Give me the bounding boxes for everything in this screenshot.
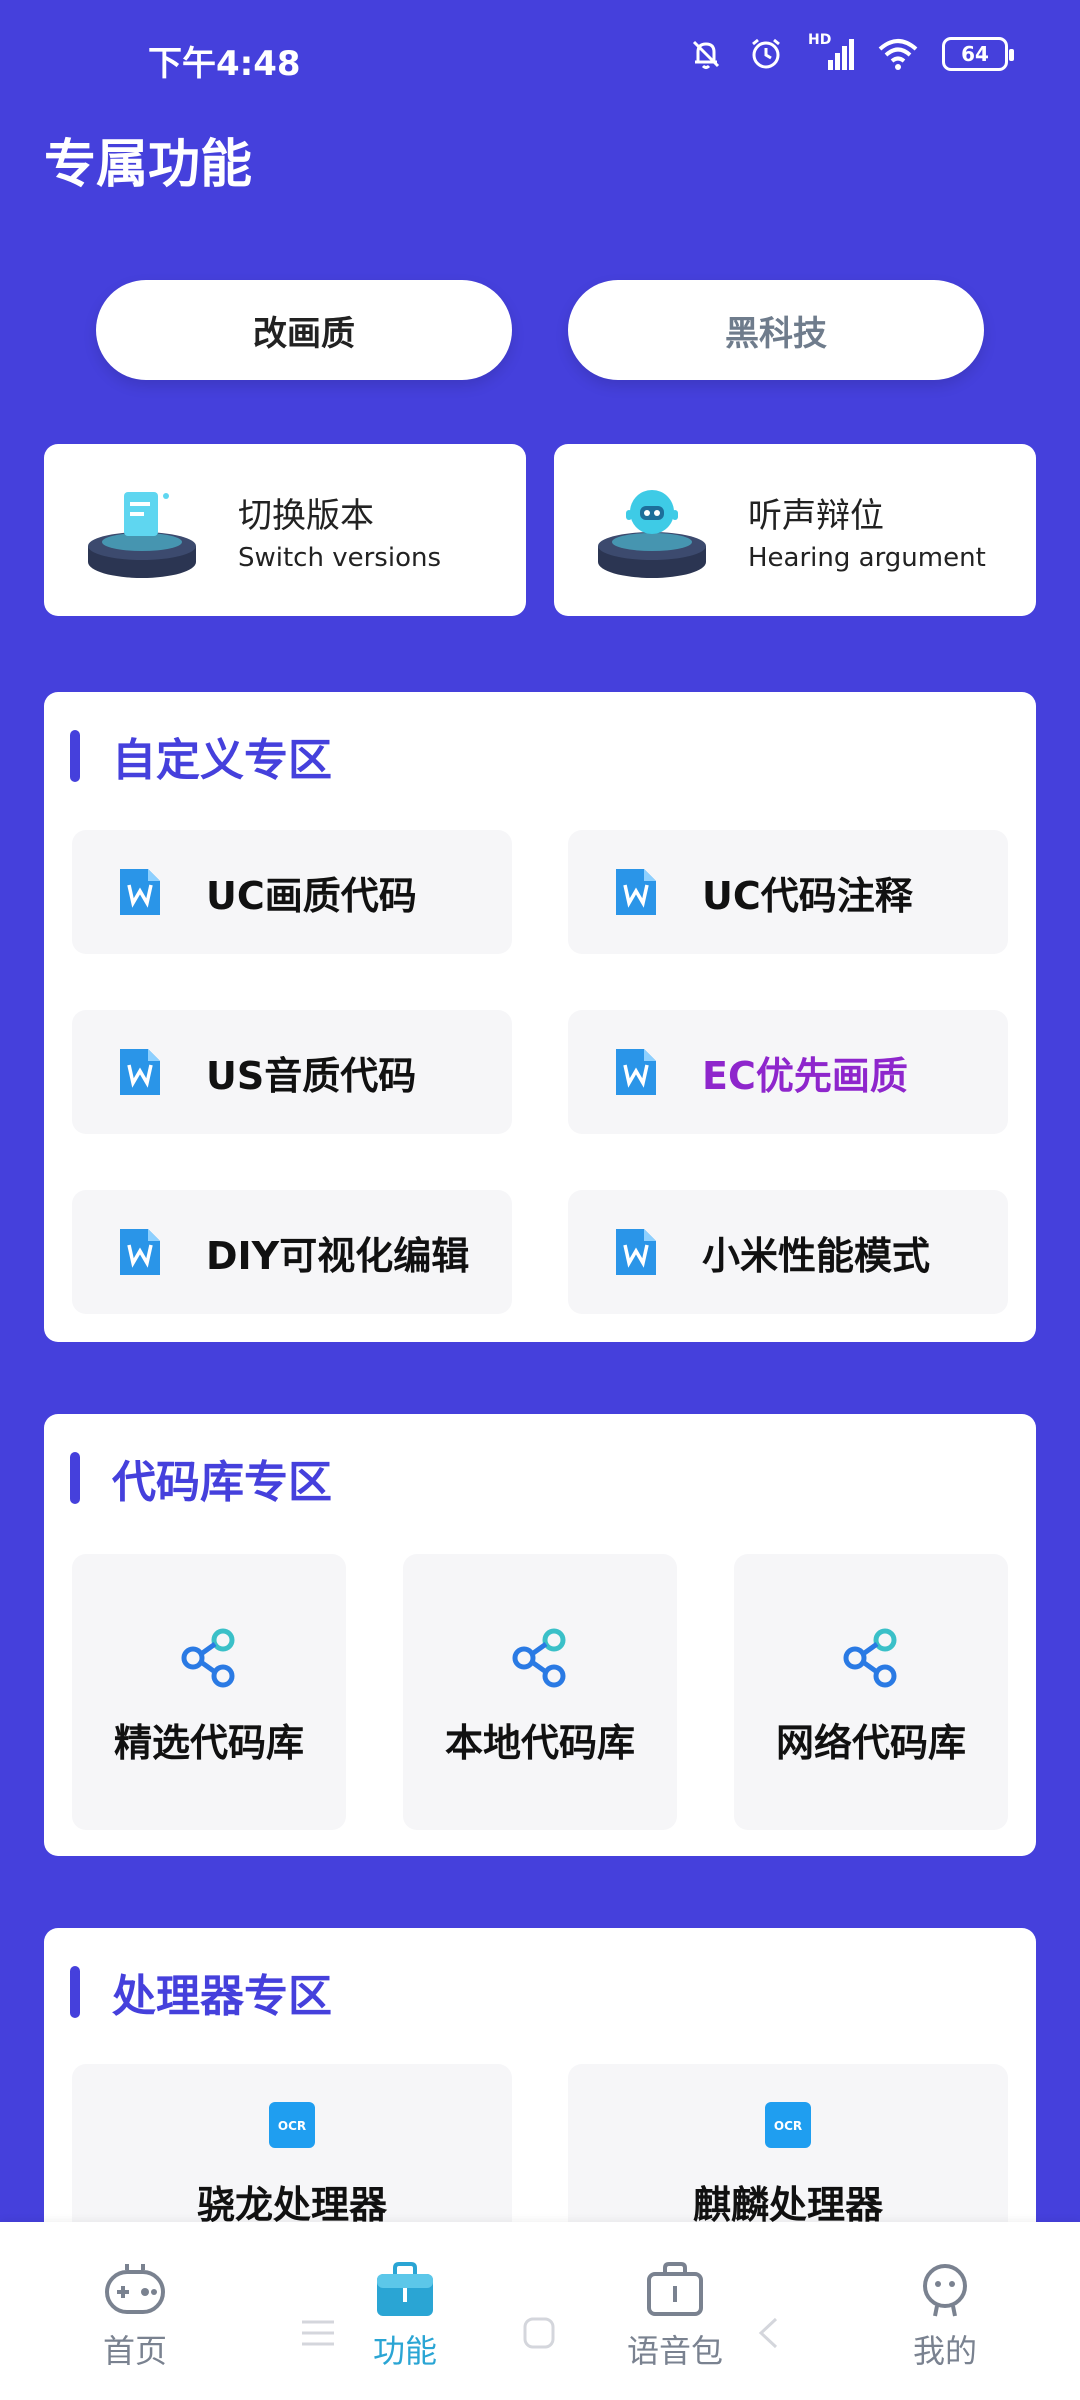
wifi-icon — [878, 39, 918, 70]
gamepad-icon — [105, 2264, 165, 2314]
library-section: 代码库专区 精选代码库 本地代码库 网络代码库 — [44, 1414, 1036, 1856]
word-document-icon — [616, 1229, 656, 1275]
switch-versions-card[interactable]: 切换版本 Switch versions — [44, 444, 526, 616]
battery-icon: 64 — [942, 37, 1014, 71]
ocr-icon: OCR — [269, 2102, 315, 2148]
hearing-argument-card[interactable]: 听声辩位 Hearing argument — [554, 444, 1036, 616]
tile-label: US音质代码 — [206, 1053, 417, 1098]
battery-level: 64 — [961, 42, 989, 66]
tile-label: DIY可视化编辑 — [206, 1233, 470, 1278]
tile-label: 小米性能模式 — [702, 1233, 931, 1278]
ocr-badge: OCR — [774, 2119, 802, 2133]
custom-section: 自定义专区 UC画质代码 UC代码注释 US音质代码 EC优先画质 DIY可视化… — [44, 692, 1036, 1342]
tile-network-library[interactable]: 网络代码库 — [734, 1554, 1008, 1830]
status-bar: 下午4:48 HD 64 — [0, 0, 1080, 120]
word-document-icon — [120, 1229, 160, 1275]
tile-xiaomi-performance[interactable]: 小米性能模式 — [568, 1190, 1008, 1314]
hearing-argument-texts: 听声辩位 Hearing argument — [748, 488, 986, 573]
word-document-icon — [616, 869, 656, 915]
word-document-icon — [616, 1049, 656, 1095]
system-menu-icon[interactable] — [300, 2318, 336, 2348]
switch-versions-title: 切换版本 — [238, 495, 374, 536]
share-icon — [181, 1628, 235, 1688]
document-pedestal-icon — [82, 470, 202, 590]
hearing-argument-title: 听声辩位 — [748, 495, 884, 536]
signal-icon: HD — [808, 32, 854, 72]
nav-label: 功能 — [372, 2332, 437, 2370]
nav-label: 我的 — [912, 2332, 977, 2370]
robot-pedestal-icon — [592, 470, 712, 590]
briefcase-icon — [647, 2262, 703, 2316]
library-section-header: 代码库专区 — [70, 1446, 332, 1510]
tile-label: 网络代码库 — [775, 1721, 966, 1765]
tile-featured-library[interactable]: 精选代码库 — [72, 1554, 346, 1830]
word-document-icon — [120, 1049, 160, 1095]
tile-label: UC画质代码 — [206, 873, 417, 918]
nav-voice-pack[interactable]: 语音包 — [595, 2260, 755, 2372]
system-back-icon[interactable] — [756, 2316, 780, 2350]
switch-versions-texts: 切换版本 Switch versions — [238, 488, 441, 573]
section-accent-bar — [70, 730, 80, 782]
ocr-badge: OCR — [278, 2119, 306, 2133]
bottom-nav: 首页 功能 语音包 我的 — [0, 2222, 1080, 2400]
status-icons: HD 64 — [688, 32, 1014, 72]
page-title: 专属功能 — [44, 135, 253, 195]
switch-versions-subtitle: Switch versions — [238, 542, 441, 573]
word-document-icon — [120, 869, 160, 915]
tile-ec-priority-quality[interactable]: EC优先画质 — [568, 1010, 1008, 1134]
tile-label: 精选代码库 — [113, 1721, 304, 1765]
library-section-title: 代码库专区 — [112, 1457, 332, 1508]
tile-label: EC优先画质 — [702, 1053, 908, 1098]
system-home-icon[interactable] — [522, 2316, 556, 2350]
cpu-section-title: 处理器专区 — [112, 1971, 332, 2022]
cpu-section-header: 处理器专区 — [70, 1960, 332, 2024]
toolbox-icon — [377, 2262, 433, 2316]
tile-label: UC代码注释 — [702, 873, 913, 918]
section-accent-bar — [70, 1452, 80, 1504]
tile-label: 麒麟处理器 — [692, 2183, 883, 2227]
nav-label: 首页 — [102, 2332, 167, 2370]
tile-us-sound-code[interactable]: US音质代码 — [72, 1010, 512, 1134]
pill-button-black-tech[interactable]: 黑科技 — [568, 280, 984, 380]
tile-diy-visual-edit[interactable]: DIY可视化编辑 — [72, 1190, 512, 1314]
status-time: 下午4:48 — [148, 44, 301, 84]
nav-features[interactable]: 功能 — [325, 2260, 485, 2372]
nav-home[interactable]: 首页 — [55, 2260, 215, 2372]
hearing-argument-subtitle: Hearing argument — [748, 542, 986, 573]
tile-label: 骁龙处理器 — [196, 2183, 387, 2227]
nav-profile[interactable]: 我的 — [865, 2260, 1025, 2372]
profile-face-icon — [923, 2264, 967, 2317]
custom-section-title: 自定义专区 — [112, 735, 332, 786]
ocr-icon: OCR — [765, 2102, 811, 2148]
share-icon — [843, 1628, 897, 1688]
custom-section-header: 自定义专区 — [70, 724, 332, 788]
share-icon — [512, 1628, 566, 1688]
pill-button-picture-quality[interactable]: 改画质 — [96, 280, 512, 380]
alarm-icon — [752, 38, 780, 69]
nav-label: 语音包 — [626, 2332, 723, 2370]
tile-uc-quality-code[interactable]: UC画质代码 — [72, 830, 512, 954]
tile-label: 本地代码库 — [444, 1721, 635, 1765]
section-accent-bar — [70, 1966, 80, 2018]
tile-uc-code-notes[interactable]: UC代码注释 — [568, 830, 1008, 954]
tile-local-library[interactable]: 本地代码库 — [403, 1554, 677, 1830]
mute-bell-icon — [692, 40, 720, 69]
